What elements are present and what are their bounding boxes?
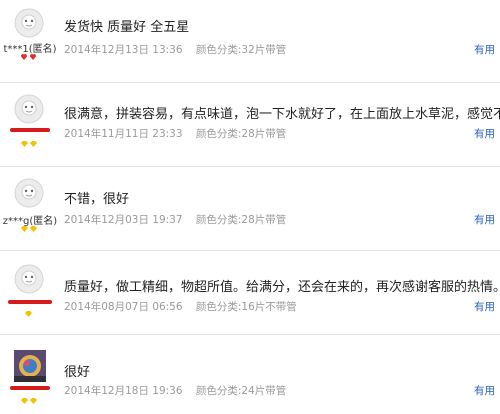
divider [0, 166, 500, 167]
avatar[interactable] [14, 94, 44, 124]
avatar[interactable] [14, 178, 44, 208]
review-meta: 2014年11月11日 23:33 颜色分类:28片带管 [64, 126, 286, 141]
review-item: 质量好，做工精细，物超所值。给满分，还会在来的，再次感谢客服的热情。 2014年… [0, 252, 500, 335]
review-text: 发货快 质量好 全五星 [64, 20, 190, 35]
avatar[interactable] [14, 350, 46, 382]
divider [0, 82, 500, 83]
red-hearts-icon [21, 54, 36, 60]
gold-diamonds-icon [21, 141, 37, 147]
review-item: t***1(匿名) 发货快 质量好 全五星 2014年12月13日 13:36 … [0, 0, 500, 83]
review-date: 2014年12月03日 19:37 [64, 214, 183, 226]
review-spec: 颜色分类:24片带管 [195, 385, 287, 397]
divider [0, 334, 500, 335]
review-meta: 2014年12月13日 13:36 颜色分类:32片带管 [64, 42, 286, 57]
review-text: 很满意，拼装容易，有点味道，泡一下水就好了，在上面放上水草泥，感觉不错 [64, 107, 500, 122]
review-spec: 颜色分类:28片带管 [195, 214, 287, 226]
avatar[interactable] [14, 264, 44, 294]
gold-diamonds-icon [21, 398, 37, 404]
redacted-username [8, 300, 52, 304]
review-text: 质量好，做工精细，物超所值。给满分，还会在来的，再次感谢客服的热情。 [64, 280, 500, 295]
useful-button[interactable]: 有用 [474, 383, 495, 398]
gold-diamond-icon [25, 311, 32, 317]
useful-button[interactable]: 有用 [474, 212, 495, 227]
review-item: z***g(匿名) 不错，很好 2014年12月03日 19:37 颜色分类:2… [0, 168, 500, 251]
review-date: 2014年11月11日 23:33 [64, 128, 183, 140]
redacted-username [10, 128, 50, 132]
review-spec: 颜色分类:16片不带管 [195, 301, 297, 313]
useful-button[interactable]: 有用 [474, 299, 495, 314]
review-spec: 颜色分类:32片带管 [195, 44, 287, 56]
review-date: 2014年12月18日 19:36 [64, 385, 183, 397]
review-text: 很好 [64, 365, 91, 380]
review-date: 2014年12月13日 13:36 [64, 44, 183, 56]
useful-button[interactable]: 有用 [474, 42, 495, 57]
review-meta: 2014年12月03日 19:37 颜色分类:28片带管 [64, 212, 286, 227]
review-text: 不错，很好 [64, 192, 130, 207]
review-meta: 2014年08月07日 06:56 颜色分类:16片不带管 [64, 299, 297, 314]
review-item: 很满意，拼装容易，有点味道，泡一下水就好了，在上面放上水草泥，感觉不错 2014… [0, 84, 500, 167]
divider [0, 250, 500, 251]
redacted-username [10, 386, 50, 390]
review-meta: 2014年12月18日 19:36 颜色分类:24片带管 [64, 383, 286, 398]
avatar[interactable] [14, 8, 44, 38]
gold-diamonds-icon [21, 226, 37, 232]
review-item: 很好 2014年12月18日 19:36 颜色分类:24片带管 有用 [0, 336, 500, 414]
review-spec: 颜色分类:28片带管 [195, 128, 287, 140]
useful-button[interactable]: 有用 [474, 126, 495, 141]
review-date: 2014年08月07日 06:56 [64, 301, 183, 313]
